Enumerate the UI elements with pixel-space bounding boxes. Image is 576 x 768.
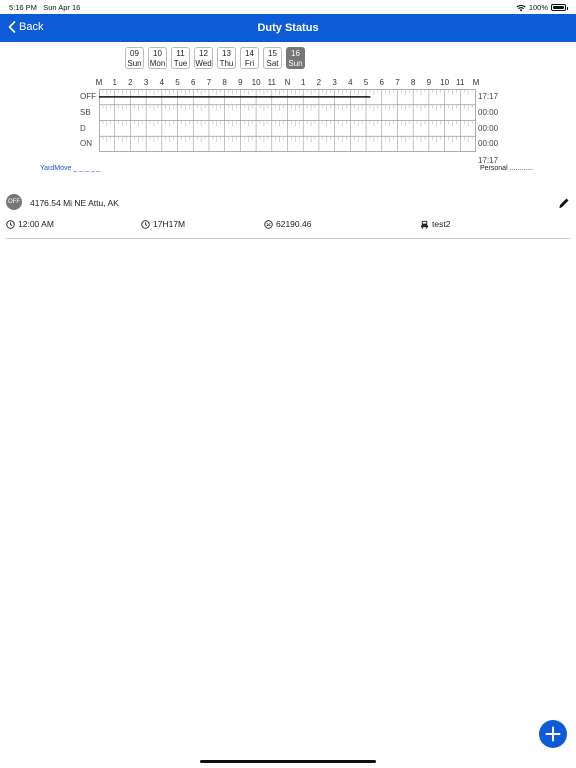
day-selector: 09 Sun 10 Mon 11 Tue 12 Wed 13 Thu 14 Fri 15 Sat 16 Sun: [125, 47, 305, 69]
row-total-d: 00:00: [478, 124, 499, 133]
log-duration-value: 17H17M: [153, 219, 186, 229]
row-total-on: 00:00: [478, 139, 499, 148]
legend-yardmove-label: YardMove: [40, 165, 72, 172]
legend-yardmove: YardMove _ _ _ _ _: [40, 165, 101, 172]
log-vehicle-value: test2: [432, 219, 451, 229]
hour-label: 1: [300, 78, 306, 87]
row-total-sb: 00:00: [478, 108, 499, 117]
day-tab[interactable]: 16 Sun: [286, 47, 305, 69]
log-time-value: 12:00 AM: [18, 219, 54, 229]
day-number: 09: [130, 49, 139, 58]
log-duration: 17H17M: [141, 219, 185, 229]
clock-icon: [141, 219, 150, 229]
hour-label: 5: [363, 78, 369, 87]
hour-label: 3: [332, 78, 337, 87]
nav-bar: Back Duty Status: [0, 14, 576, 42]
hour-label: 10: [440, 78, 450, 87]
row-label-d: D: [80, 124, 86, 133]
hour-label: 2: [128, 78, 133, 87]
hour-label: 5: [175, 78, 180, 87]
day-tab[interactable]: 10 Mon: [148, 47, 167, 69]
hour-label: 8: [222, 78, 227, 87]
day-name: Sun: [127, 59, 142, 68]
hour-label: 9: [238, 78, 243, 87]
day-name: Tue: [173, 59, 188, 68]
odometer-icon: [264, 219, 273, 229]
day-name: Wed: [195, 59, 212, 68]
log-entry[interactable]: OFF 4176.54 Mi NE Attu, AK 12:00 AM 17H1…: [6, 193, 570, 239]
hour-label: 10: [251, 78, 261, 87]
day-name: Mon: [149, 59, 166, 68]
log-odometer: 62190.46: [264, 219, 311, 229]
day-number: 14: [245, 49, 254, 58]
day-name: Fri: [244, 59, 255, 68]
status-right: 100%: [516, 3, 568, 12]
day-tab[interactable]: 14 Fri: [240, 47, 259, 69]
day-tab[interactable]: 15 Sat: [263, 47, 282, 69]
day-number: 15: [268, 49, 277, 58]
hour-label: 11: [456, 78, 465, 87]
row-total-off: 17:17: [478, 92, 499, 101]
hour-label: 7: [206, 78, 212, 87]
wifi-icon: [516, 4, 526, 11]
day-number: 13: [222, 49, 231, 58]
hour-labels: M 1 2 3 4 5 6 7 8 9 10 11 N 1 2 3 4 5 6 7 8 9 10 11 M: [94, 78, 484, 88]
log-vehicle: test2: [420, 219, 450, 229]
legend-personal-label: Personal: [480, 165, 508, 172]
clock-icon: [6, 219, 15, 229]
pencil-icon[interactable]: [558, 197, 570, 209]
hour-label: 2: [316, 78, 322, 87]
log-time: 12:00 AM: [6, 219, 54, 229]
row-label-sb: SB: [80, 108, 91, 117]
row-label-on: ON: [80, 139, 92, 148]
status-time: 5:16 PM Sun Apr 16: [9, 3, 81, 12]
battery-icon: [551, 4, 568, 11]
hour-label: 9: [426, 78, 432, 87]
hour-label: M: [472, 78, 480, 87]
day-number: 11: [176, 49, 185, 58]
row-label-off: OFF: [80, 92, 96, 101]
status-badge: OFF: [6, 194, 22, 210]
day-tab[interactable]: 12 Wed: [194, 47, 213, 69]
hour-label: 4: [159, 78, 165, 87]
day-number: 12: [199, 49, 208, 58]
hour-label: 3: [143, 78, 149, 87]
hour-label: 7: [395, 78, 400, 87]
hour-label: 8: [410, 78, 416, 87]
duty-grid: [99, 89, 476, 152]
day-name: Sat: [266, 59, 279, 68]
hour-label: 6: [191, 78, 196, 87]
log-location: 4176.54 Mi NE Attu, AK: [30, 198, 119, 208]
grand-total: 17:17: [478, 156, 499, 165]
hour-label: 1: [112, 78, 117, 87]
truck-icon: [420, 220, 429, 229]
hour-label: 11: [267, 78, 276, 87]
day-name: Thu: [219, 59, 234, 68]
battery-percent: 100%: [528, 3, 548, 12]
day-name: Sun: [288, 59, 303, 68]
add-button[interactable]: [539, 720, 567, 748]
hour-label: 6: [379, 78, 384, 87]
day-number: 10: [153, 49, 162, 58]
hour-label: 4: [348, 78, 353, 87]
day-number: 16: [291, 49, 300, 58]
legend-personal: Personal ............: [480, 165, 533, 172]
status-bar: 5:16 PM Sun Apr 16 100%: [0, 0, 576, 14]
plus-icon: [545, 726, 561, 742]
day-tab[interactable]: 13 Thu: [217, 47, 236, 69]
hour-label: N: [284, 78, 291, 87]
day-tab[interactable]: 09 Sun: [125, 47, 144, 69]
log-odometer-value: 62190.46: [276, 219, 312, 229]
hour-label: M: [95, 78, 103, 87]
day-tab[interactable]: 11 Tue: [171, 47, 190, 69]
home-indicator[interactable]: [200, 760, 376, 763]
page-title: Duty Status: [257, 22, 319, 34]
